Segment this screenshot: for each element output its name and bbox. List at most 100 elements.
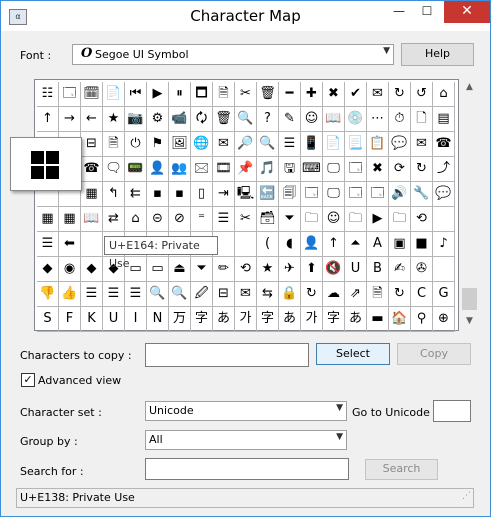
go-to-unicode-input[interactable] <box>433 400 471 422</box>
search-button[interactable]: Search <box>365 459 438 480</box>
character-cell[interactable]: ◆ <box>37 257 59 282</box>
character-cell[interactable]: ⏶ <box>345 232 367 257</box>
advanced-view-checkbox[interactable]: ✓ <box>21 373 35 387</box>
character-cell[interactable]: 🗔 <box>59 82 81 107</box>
character-cell[interactable]: 🗀 <box>301 207 323 232</box>
character-cell[interactable]: ✎ <box>279 107 301 132</box>
character-cell[interactable]: N <box>147 307 169 332</box>
character-cell[interactable]: ⇄ <box>103 207 125 232</box>
character-cell[interactable]: 💬 <box>389 132 411 157</box>
character-cell[interactable]: 🔇 <box>323 257 345 282</box>
character-cell[interactable]: ✚ <box>301 82 323 107</box>
character-cell[interactable]: ☰ <box>213 207 235 232</box>
character-cell[interactable]: ▣ <box>389 232 411 257</box>
character-cell[interactable]: ⌂ <box>433 82 455 107</box>
character-cell[interactable]: ↻ <box>411 157 433 182</box>
character-cell[interactable]: ☺ <box>323 207 345 232</box>
character-cell[interactable]: ⏮ <box>125 82 147 107</box>
character-cell[interactable]: ⊕ <box>433 307 455 332</box>
character-cell[interactable]: ✉ <box>411 132 433 157</box>
character-cell[interactable]: 🗔 <box>301 182 323 207</box>
character-cell[interactable]: 🗘 <box>191 107 213 132</box>
character-cell[interactable]: ☰ <box>279 132 301 157</box>
character-cell[interactable]: ▪ <box>147 182 169 207</box>
character-cell[interactable]: 🔎 <box>235 132 257 157</box>
characters-to-copy-input[interactable] <box>145 343 309 367</box>
character-cell[interactable]: 🖼 <box>169 132 191 157</box>
character-cell[interactable]: 🔍 <box>257 132 279 157</box>
character-cell[interactable]: K <box>81 307 103 332</box>
character-cell[interactable]: ♪ <box>433 232 455 257</box>
character-cell[interactable]: ★ <box>103 107 125 132</box>
character-cell[interactable]: 📖 <box>81 207 103 232</box>
character-cell[interactable]: ━ <box>279 82 301 107</box>
character-cell[interactable]: 👎 <box>37 282 59 307</box>
character-cell[interactable]: ☎ <box>81 157 103 182</box>
character-cell[interactable]: 🗎 <box>103 132 125 157</box>
character-cell[interactable]: C <box>411 282 433 307</box>
character-cell[interactable]: ☷ <box>37 82 59 107</box>
character-cell[interactable]: ★ <box>257 257 279 282</box>
character-cell[interactable] <box>433 207 455 232</box>
character-cell[interactable]: 🗔 <box>345 157 367 182</box>
character-cell[interactable]: ⇗ <box>345 282 367 307</box>
character-cell[interactable]: 🔍 <box>235 107 257 132</box>
character-cell[interactable]: ✖ <box>323 82 345 107</box>
character-cell[interactable]: 📄 <box>103 82 125 107</box>
copy-button[interactable]: Copy <box>397 343 471 365</box>
character-cell[interactable]: ↺ <box>411 82 433 107</box>
character-cell[interactable]: ✂ <box>235 82 257 107</box>
character-cell[interactable]: ⊟ <box>213 282 235 307</box>
character-cell[interactable]: ▯ <box>191 182 213 207</box>
character-cell[interactable]: ⇥ <box>213 182 235 207</box>
character-cell[interactable]: 🔙 <box>257 182 279 207</box>
character-cell[interactable]: ⟳ <box>389 157 411 182</box>
close-button[interactable]: ✕ <box>444 1 490 23</box>
character-cell[interactable]: ▬ <box>367 307 389 332</box>
character-cell[interactable]: ⏸ <box>169 82 191 107</box>
character-cell[interactable]: 가 <box>301 307 323 332</box>
character-cell[interactable]: 🔊 <box>389 182 411 207</box>
minimize-icon[interactable]: — <box>386 1 412 23</box>
character-cell[interactable]: 💬 <box>433 182 455 207</box>
character-cell[interactable]: 字 <box>323 307 345 332</box>
character-cell[interactable]: 가 <box>235 307 257 332</box>
character-cell[interactable]: 🏠 <box>389 307 411 332</box>
character-cell[interactable]: 🔍 <box>147 282 169 307</box>
character-grid[interactable]: ☷ 🗔 🗓 📄 ⏮ ▶ ⏸ 🗖 🗎 ✂ 🗑 ━ ✚ ✖ ✔ ✉ ↻ ↺ ⌂ ↑ → ← ★ 📷 ⚙ 📹 🗘 🗑 🔍? ✎ ☺ 📖 💿 ⋯ ⏱ 🗋 ▤ ⊟ 🗎… <box>34 79 459 332</box>
character-cell[interactable]: ⊘ <box>169 207 191 232</box>
character-cell[interactable]: 💿 <box>345 107 367 132</box>
character-cell[interactable]: ▦ <box>59 207 81 232</box>
character-cell[interactable]: A <box>367 232 389 257</box>
grid-scrollbar[interactable]: ▲ ▼ <box>461 79 478 329</box>
resize-grip-icon[interactable]: ⋰ <box>462 487 471 505</box>
character-cell[interactable]: ▦ <box>81 182 103 207</box>
character-cell[interactable]: ⏻ <box>125 132 147 157</box>
character-cell[interactable]: ■ <box>411 232 433 257</box>
character-cell[interactable]: ✉ <box>367 82 389 107</box>
character-cell[interactable]: 万 <box>169 307 191 332</box>
character-cell[interactable]: 🖉 <box>191 282 213 307</box>
character-cell[interactable]: U <box>345 257 367 282</box>
character-cell[interactable]: あ <box>345 307 367 332</box>
character-cell[interactable]: 👥 <box>169 157 191 182</box>
character-cell[interactable]: 🗋 <box>411 107 433 132</box>
character-cell[interactable]: ☰ <box>37 232 59 257</box>
character-cell[interactable]: ☰ <box>103 282 125 307</box>
character-cell[interactable]: ▶ <box>367 207 389 232</box>
character-cell[interactable]: ⏏ <box>169 257 191 282</box>
character-cell[interactable]: ⌨ <box>301 157 323 182</box>
character-cell[interactable]: ⬆ <box>301 257 323 282</box>
character-cell[interactable]: 🗎 <box>367 282 389 307</box>
character-cell[interactable]: 🖵 <box>323 157 345 182</box>
character-cell[interactable]: 📋 <box>367 132 389 157</box>
character-cell[interactable]: 👤 <box>301 232 323 257</box>
character-cell[interactable]: ⟲ <box>235 257 257 282</box>
character-cell[interactable]: 📖 <box>323 107 345 132</box>
character-cell[interactable]: 📟 <box>125 157 147 182</box>
maximize-icon[interactable]: ☐ <box>414 1 440 23</box>
character-cell[interactable]: 🗔 <box>367 182 389 207</box>
scroll-down-arrow-icon[interactable]: ▼ <box>461 313 478 329</box>
character-cell[interactable]: ✈ <box>279 257 301 282</box>
character-cell[interactable]: ⚑ <box>147 132 169 157</box>
